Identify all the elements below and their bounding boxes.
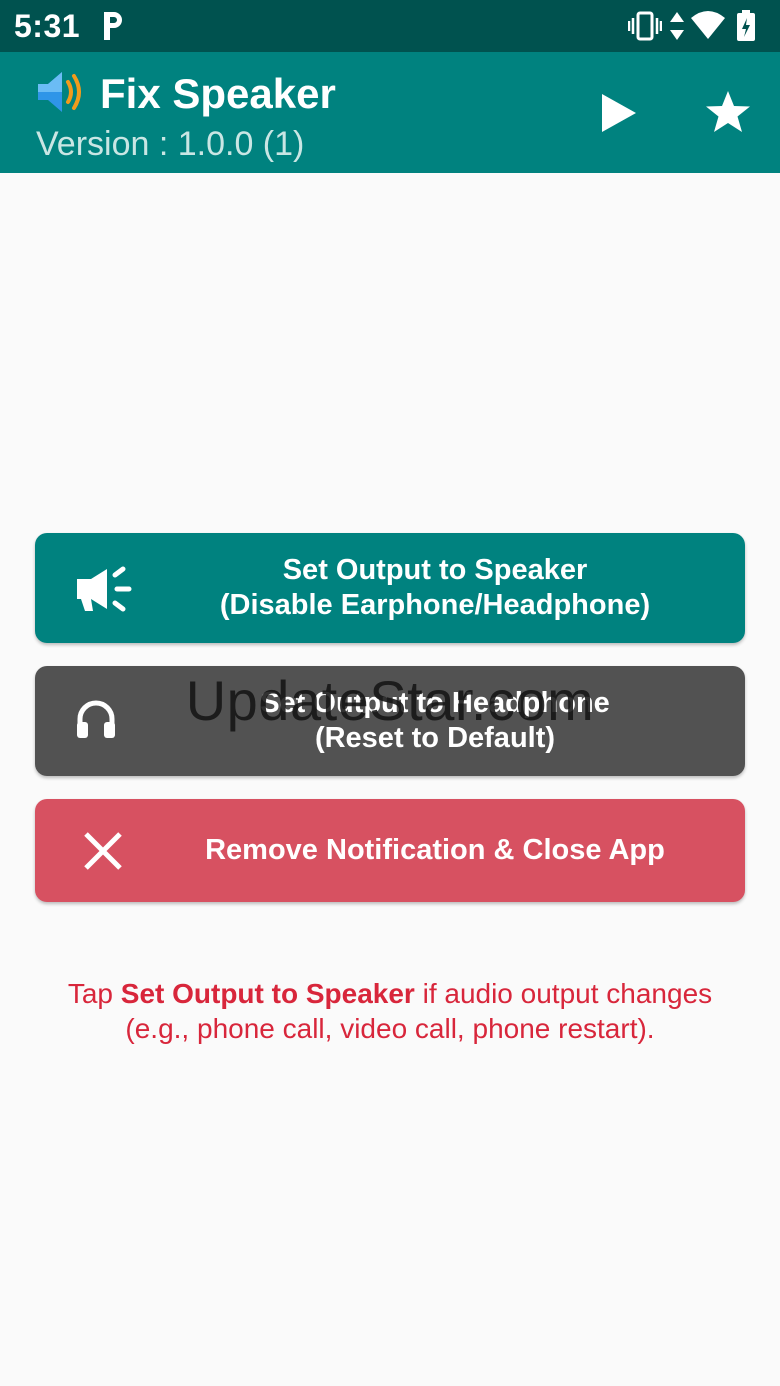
close-button-text: Remove Notification & Close App [125, 799, 745, 902]
play-icon[interactable] [596, 90, 640, 136]
hint-prefix: Tap [67, 978, 121, 1009]
headphone-button-sublabel: (Reset to Default) [314, 722, 556, 754]
app-screen: 5:31 Fix Speaker Version: 1.0.0 (1) Set… [0, 0, 780, 1386]
speaker-button-label: Set Output to Speaker [282, 554, 588, 586]
hint-bold: Set Output to Speaker [120, 978, 415, 1009]
star-icon[interactable] [704, 88, 752, 136]
speaker-volume-icon [38, 72, 81, 112]
vibrate-icon [628, 11, 662, 41]
headphones-icon [77, 700, 115, 738]
data-arrows-icon [670, 12, 684, 40]
headphone-button-text: Set Output to Headphone (Reset to Defaul… [125, 666, 745, 776]
set-output-headphone-button[interactable]: Set Output to Headphone (Reset to Defaul… [35, 666, 745, 776]
parking-p-icon [104, 12, 122, 40]
battery-charging-icon [737, 10, 755, 41]
speaker-button-text: Set Output to Speaker (Disable Earphone/… [125, 533, 745, 643]
status-time: 5:31 [14, 8, 81, 44]
hint-middle: if audio output changes [414, 978, 713, 1009]
app-title: Fix Speaker [100, 70, 336, 117]
close-button-label: Remove Notification & Close App [205, 834, 665, 866]
remove-notification-close-button[interactable]: Remove Notification & Close App [35, 799, 745, 902]
status-icons [628, 10, 768, 42]
wifi-icon [691, 11, 725, 39]
status-bar: 5:31 [0, 0, 780, 52]
app-version: Version : 1.0.0 (1) [36, 125, 305, 163]
close-x-icon [84, 832, 122, 870]
speaker-button-sublabel: (Disable Earphone/Headphone) [219, 589, 651, 621]
hint-line-1: Tap Set Output to Speaker if audio outpu… [20, 976, 760, 1011]
set-output-speaker-button[interactable]: Set Output to Speaker (Disable Earphone/… [35, 533, 745, 643]
app-bar: Fix Speaker Version : 1.0.0 (1) [0, 52, 780, 173]
hint-line-2: (e.g., phone call, video call, phone res… [125, 1013, 655, 1044]
hint-text: Tap Set Output to Speaker if audio outpu… [20, 976, 760, 1046]
headphone-button-label: Set Output to Headphone [260, 687, 610, 719]
